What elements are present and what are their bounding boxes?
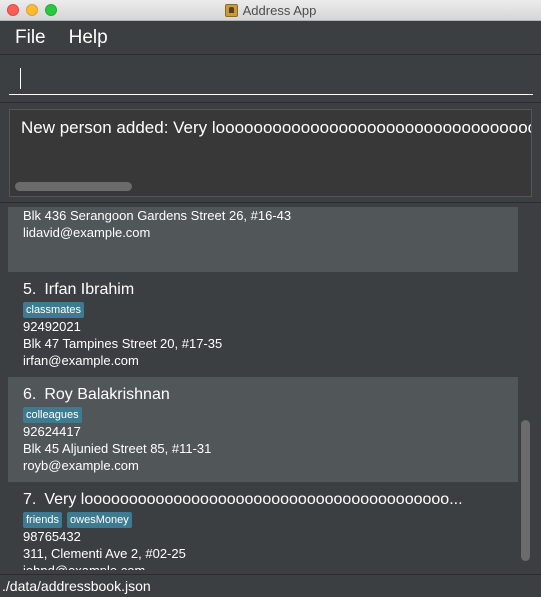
person-address: Blk 436 Serangoon Gardens Street 26, #16… [23,208,292,223]
tag: classmates [23,302,85,318]
person-email: lidavid@example.com [23,225,151,240]
person-card[interactable]: Blk 436 Serangoon Gardens Street 26, #16… [8,207,518,272]
person-name-line: 5. Irfan Ibrahim [23,280,513,299]
command-input[interactable] [9,63,533,95]
person-card[interactable]: 5. Irfan Ibrahim classmates 92492021 Blk … [8,272,518,377]
horizontal-scrollbar[interactable] [15,182,132,191]
save-location: ./data/addressbook.json [2,578,151,594]
person-card[interactable]: 6. Roy Balakrishnan colleagues 92624417 B… [8,377,518,482]
result-message: New person added: Very loooooooooooooooo… [21,118,532,137]
person-name: Irfan Ibrahim [44,281,135,298]
person-name-line: 6. Roy Balakrishnan [23,385,513,404]
window-title-wrap: Address App [0,0,541,21]
person-phone: 92492021 [23,319,81,334]
tag-list: colleagues [23,405,518,423]
person-list-content: Blk 436 Serangoon Gardens Street 26, #16… [8,207,518,570]
command-box-area [0,54,541,102]
person-card[interactable]: 7. Very loooooooooooooooooooooooooooooooo… [8,482,518,570]
person-email: royb@example.com [23,458,139,473]
tag-list: friends owesMoney [23,510,518,528]
person-index: 5. [23,281,37,298]
person-address: Blk 47 Tampines Street 20, #17-35 [23,336,223,351]
status-bar: ./data/addressbook.json [0,574,541,597]
title-bar: Address App [0,0,541,21]
person-name: Roy Balakrishnan [44,386,170,403]
result-display[interactable]: New person added: Very loooooooooooooooo… [9,109,532,197]
tag-list: classmates [23,300,518,318]
person-phone: 92624417 [23,424,81,439]
person-index: 6. [23,386,37,403]
person-address: 311, Clementi Ave 2, #02-25 [23,546,186,561]
address-book-icon [224,4,238,17]
menu-bar: File Help [0,21,541,54]
person-address: Blk 45 Aljunied Street 85, #11-31 [23,441,212,456]
person-phone: 98765432 [23,529,81,544]
person-list-panel: Blk 436 Serangoon Gardens Street 26, #16… [0,203,541,574]
window-title: Address App [242,3,317,18]
text-caret [20,68,21,89]
tag: owesMoney [67,512,132,528]
person-list[interactable]: Blk 436 Serangoon Gardens Street 26, #16… [8,207,533,570]
person-name: Very loooooooooooooooooooooooooooooooooo… [44,491,463,508]
tag: friends [23,512,63,528]
person-email: johnd@example.com [23,562,518,570]
person-email: irfan@example.com [23,353,139,368]
result-display-area: New person added: Very loooooooooooooooo… [0,102,541,203]
menu-help[interactable]: Help [54,27,108,49]
person-name-line: 7. Very loooooooooooooooooooooooooooooooo… [23,490,513,509]
person-index: 7. [23,491,37,508]
menu-file[interactable]: File [0,27,46,49]
tag: colleagues [23,407,82,423]
vertical-scrollbar[interactable] [521,420,530,561]
